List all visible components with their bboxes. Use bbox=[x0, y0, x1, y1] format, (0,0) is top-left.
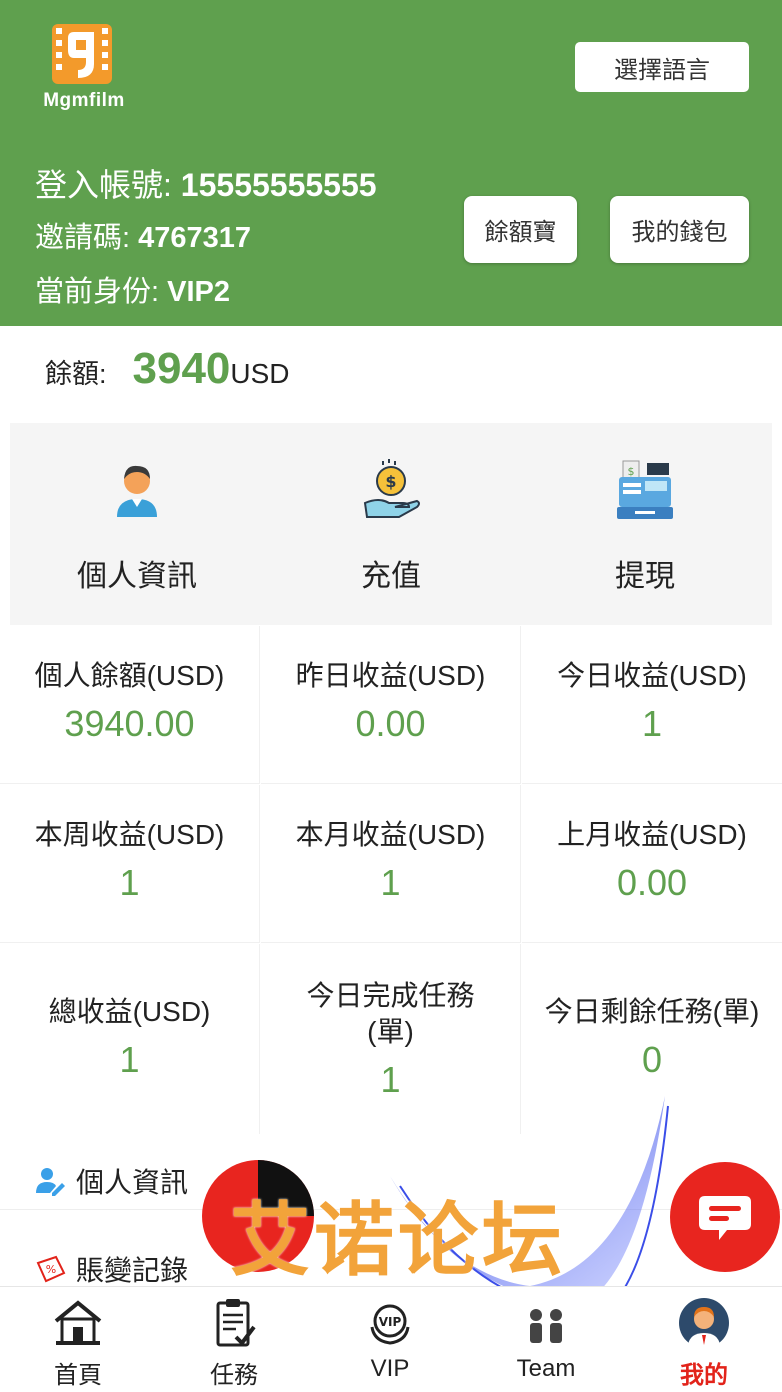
tab-team[interactable]: Team bbox=[468, 1287, 624, 1392]
stat-label: 本月收益(USD) bbox=[295, 819, 486, 850]
identity-line: 當前身份: VIP2 bbox=[35, 268, 230, 310]
stat-cell: 今日收益(USD) 1 bbox=[522, 626, 782, 784]
svg-text:%: % bbox=[46, 1263, 56, 1276]
stat-cell: 個人餘額(USD) 3940.00 bbox=[0, 626, 260, 784]
user-edit-icon bbox=[36, 1167, 65, 1196]
stat-label: 個人餘額(USD) bbox=[34, 660, 225, 691]
menu-item-profile[interactable]: 個人資訊 bbox=[0, 1152, 782, 1210]
stat-label: 本周收益(USD) bbox=[34, 819, 225, 850]
yuebao-button[interactable]: 餘額寶 bbox=[464, 196, 577, 263]
stat-value: 1 bbox=[380, 862, 401, 903]
invite-label: 邀請碼: bbox=[35, 222, 131, 254]
stat-value: 0 bbox=[641, 1039, 663, 1080]
person-avatar-icon bbox=[117, 465, 157, 517]
stat-cell: 總收益(USD) 1 bbox=[0, 944, 260, 1134]
tab-label: VIP bbox=[370, 1355, 410, 1382]
stat-cell: 本周收益(USD) 1 bbox=[0, 785, 260, 943]
film-logo-icon bbox=[52, 24, 112, 84]
balance-unit: USD bbox=[230, 358, 290, 389]
stat-cell: 今日完成任務(單) 1 bbox=[261, 944, 521, 1134]
stat-label: 今日完成任務(單) bbox=[306, 980, 475, 1047]
balance-value: 3940 bbox=[132, 344, 231, 393]
stat-value: 1 bbox=[380, 1059, 401, 1100]
action-profile[interactable]: 個人資訊 bbox=[10, 423, 264, 625]
account-value: 15555555555 bbox=[180, 167, 377, 203]
menu-item-label: 賬變記錄 bbox=[76, 1254, 189, 1286]
hand-coin-icon: $ bbox=[363, 459, 420, 518]
account-label: 登入帳號: bbox=[35, 167, 172, 203]
invite-value: 4767317 bbox=[138, 222, 252, 254]
stat-value: 1 bbox=[119, 862, 140, 903]
home-icon bbox=[54, 1300, 102, 1345]
language-button[interactable]: 選擇語言 bbox=[575, 42, 749, 92]
stat-cell: 昨日收益(USD) 0.00 bbox=[261, 626, 521, 784]
tab-vip[interactable]: VIP VIP bbox=[312, 1287, 468, 1392]
team-icon bbox=[530, 1309, 562, 1343]
action-recharge[interactable]: $ 充值 bbox=[264, 423, 518, 625]
balance-label: 餘額: bbox=[45, 359, 107, 389]
stat-label: 昨日收益(USD) bbox=[295, 660, 486, 691]
stat-label: 今日剩餘任務(單) bbox=[544, 996, 760, 1027]
stat-cell: 上月收益(USD) 0.00 bbox=[522, 785, 782, 943]
stat-label: 上月收益(USD) bbox=[557, 819, 747, 850]
stat-cell: 今日剩餘任務(單) 0 bbox=[522, 944, 782, 1134]
tab-home[interactable]: 首頁 bbox=[0, 1287, 156, 1392]
account-line: 登入帳號: 15555555555 bbox=[35, 160, 377, 206]
header: Mgmfilm 選擇語言 登入帳號: 15555555555 邀請碼: 4767… bbox=[0, 0, 782, 326]
menu-item-label: 個人資訊 bbox=[76, 1166, 189, 1198]
wallet-button[interactable]: 我的錢包 bbox=[610, 196, 749, 263]
invite-line: 邀請碼: 4767317 bbox=[35, 214, 251, 256]
stat-value: 0.00 bbox=[355, 703, 426, 744]
stat-value: 0.00 bbox=[616, 862, 688, 903]
svg-text:VIP: VIP bbox=[379, 1315, 402, 1329]
cash-register-icon: $ bbox=[617, 460, 673, 519]
action-recharge-label: 充值 bbox=[361, 560, 421, 593]
balance-row: 餘額: 3940 USD bbox=[45, 344, 290, 404]
profile-avatar-icon bbox=[679, 1298, 729, 1349]
action-withdraw[interactable]: $ 提現 bbox=[518, 423, 772, 625]
quick-actions: 個人資訊 $ 充值 $ 提現 bbox=[10, 423, 772, 625]
identity-label: 當前身份: bbox=[35, 276, 160, 308]
tab-label: 我的 bbox=[680, 1362, 728, 1389]
chat-bubble-icon bbox=[699, 1196, 751, 1240]
action-withdraw-label: 提現 bbox=[615, 560, 675, 593]
tab-label: 任務 bbox=[210, 1362, 258, 1389]
discount-tag-icon: % bbox=[36, 1255, 66, 1282]
stat-value: 1 bbox=[641, 703, 663, 744]
vip-badge-icon: VIP bbox=[370, 1304, 410, 1345]
stat-cell: 本月收益(USD) 1 bbox=[261, 785, 521, 943]
tab-label: 首頁 bbox=[54, 1362, 102, 1389]
identity-value: VIP2 bbox=[167, 276, 230, 308]
tab-mine[interactable]: 我的 bbox=[626, 1287, 782, 1392]
chat-button[interactable] bbox=[670, 1162, 780, 1272]
bottom-tabbar: 首頁 任務 VIP VIP Team 我的 bbox=[0, 1286, 782, 1392]
logo[interactable]: Mgmfilm bbox=[32, 24, 136, 114]
stat-label: 今日收益(USD) bbox=[557, 660, 747, 691]
tab-tasks[interactable]: 任務 bbox=[156, 1287, 312, 1392]
stat-value: 3940.00 bbox=[64, 703, 195, 744]
tab-label: Team bbox=[516, 1355, 576, 1382]
logo-text: Mgmfilm bbox=[43, 90, 125, 111]
svg-text:$: $ bbox=[385, 472, 396, 491]
stat-label: 總收益(USD) bbox=[48, 996, 211, 1027]
svg-text:$: $ bbox=[628, 465, 635, 478]
clipboard-check-icon bbox=[216, 1299, 256, 1347]
stat-value: 1 bbox=[119, 1039, 140, 1080]
action-profile-label: 個人資訊 bbox=[77, 560, 197, 593]
